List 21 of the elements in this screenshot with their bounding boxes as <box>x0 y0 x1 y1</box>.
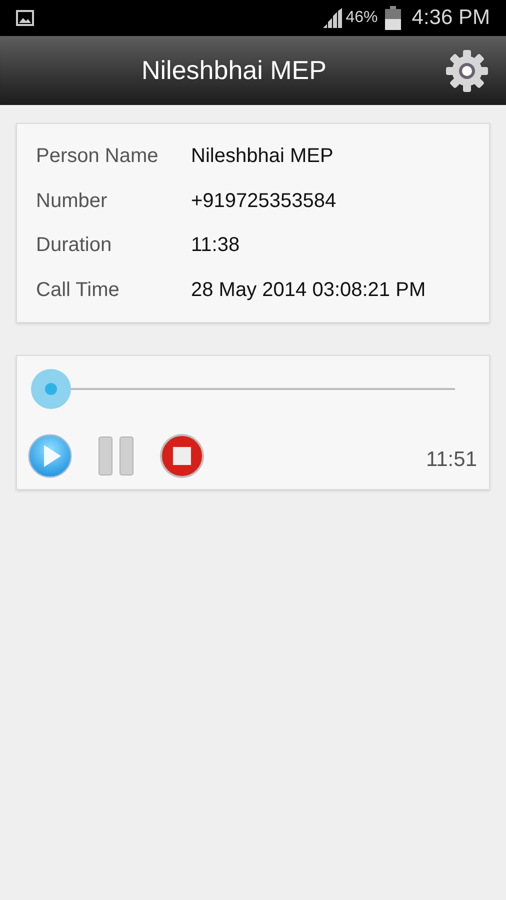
stop-button[interactable] <box>160 434 204 478</box>
field-label: Duration <box>36 233 113 258</box>
app-title: Nileshbhai MEP <box>140 54 328 87</box>
battery-percentage: 46% <box>346 8 378 28</box>
total-duration: 11:51 <box>426 447 477 473</box>
signal-icon <box>320 8 343 28</box>
field-value: 28 May 2014 03:08:21 PM <box>191 278 426 303</box>
seek-thumb[interactable] <box>31 369 71 409</box>
field-label: Person Name <box>36 144 160 170</box>
clock-time: 4:36 PM <box>412 5 490 32</box>
seek-bar[interactable] <box>31 369 455 409</box>
field-value: 11:38 <box>191 233 240 258</box>
battery-icon <box>384 6 402 30</box>
image-icon <box>16 10 34 26</box>
field-label: Call Time <box>36 278 120 303</box>
play-button[interactable] <box>28 434 72 478</box>
settings-icon[interactable] <box>444 48 490 94</box>
field-value: +919725353584 <box>191 188 336 214</box>
field-value: Nileshbhai MEP <box>191 144 334 170</box>
field-label: Number <box>36 188 108 214</box>
pause-button[interactable] <box>98 436 134 476</box>
